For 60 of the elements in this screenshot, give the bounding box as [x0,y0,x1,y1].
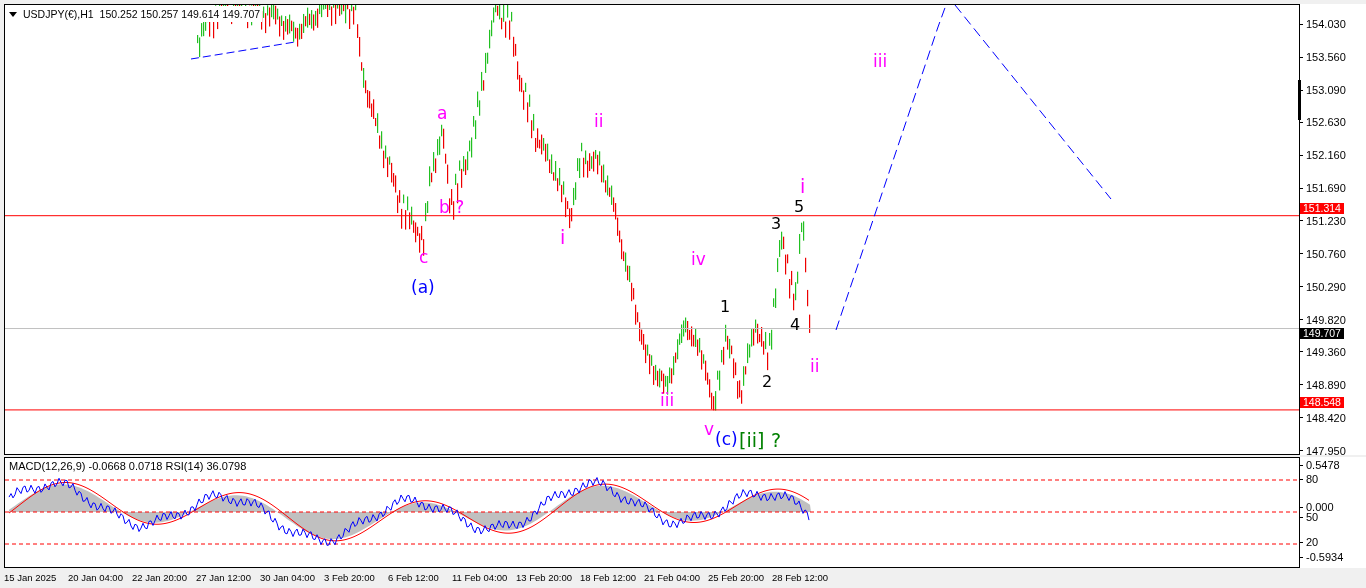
time-tick-label: 15 Jan 2025 [4,572,57,583]
time-tick-label: 28 Feb 12:00 [772,572,828,583]
dropdown-icon[interactable] [9,11,17,17]
wave-label: iii [660,392,675,409]
wave-label: ii [594,113,604,130]
wave-label: 1 [720,299,731,315]
price-tick-label: 152.160 [1306,149,1346,162]
price-tick-label: 151.690 [1306,182,1346,195]
time-tick-label: 3 Feb 20:00 [324,572,375,583]
wave-label: a [437,105,448,122]
wave-label: ii [810,358,820,375]
wave-label: i [800,177,806,196]
price-tick-label: 150.760 [1306,247,1346,260]
indicator-tick-label: 20 [1306,536,1319,548]
time-tick-label: 22 Jan 20:00 [132,572,187,583]
price-tick-label: 153.090 [1306,84,1346,96]
indicator-tick-label: -0.5934 [1306,551,1344,563]
price-tick-label: 152.630 [1306,116,1346,129]
wave-label: i [560,228,566,247]
price-tick-label: 153.560 [1306,51,1346,63]
indicator-tick-label: 0.000 [1306,501,1334,513]
wave-label: (a) [411,279,435,296]
time-tick-label: 30 Jan 04:00 [260,572,315,583]
wave-label: 3 [771,216,782,232]
wave-label: v [704,421,715,438]
price-tick-label: 147.950 [1306,444,1346,457]
indicator-tick-label: 50 [1306,511,1319,523]
time-tick-label: 21 Feb 04:00 [644,572,700,583]
price-tag: 149.707 [1300,327,1344,339]
wave-label: c [419,249,429,266]
price-tick-label: 148.420 [1306,411,1346,424]
price-tick-label: 150.290 [1306,280,1346,293]
price-tag: 151.314 [1300,202,1344,214]
wave-label: b ? [439,199,465,216]
wave-label: (c) [715,431,738,448]
time-tick-label: 11 Feb 04:00 [452,572,508,583]
wave-label: iv [691,251,706,268]
time-tick-label: 13 Feb 20:00 [516,572,572,583]
wave-label: [ii] [739,431,765,450]
price-tick-label: 148.890 [1306,378,1346,391]
time-tick-label: 18 Feb 12:00 [580,572,636,583]
price-tick-label: 154.030 [1306,18,1346,30]
wave-label: ? [771,431,782,450]
wave-label: 4 [790,317,801,333]
time-tick-label: 20 Jan 04:00 [68,572,123,583]
wave-label: 5 [794,199,805,215]
time-tick-label: 6 Feb 12:00 [388,572,439,583]
price-tick-label: 149.360 [1306,345,1346,358]
price-tag: 148.548 [1300,396,1344,408]
time-tick-label: 25 Feb 20:00 [708,572,764,583]
indicator-tick-label: 80 [1306,473,1319,485]
indicator-tick-label: 0.5478 [1306,459,1340,471]
wave-label: iii [873,53,888,70]
ohlc-values: 150.252 150.257 149.614 149.707 [99,8,261,20]
symbol-label: USDJPY(€),H1 [23,8,94,20]
time-tick-label: 27 Jan 12:00 [196,572,251,583]
indicator-label: MACD(12,26,9) -0.0668 0.0718 RSI(14) 36.0798 [9,460,247,472]
price-tick-label: 149.820 [1306,313,1346,326]
wave-label: 2 [762,374,773,390]
price-tick-label: 151.230 [1306,214,1346,227]
